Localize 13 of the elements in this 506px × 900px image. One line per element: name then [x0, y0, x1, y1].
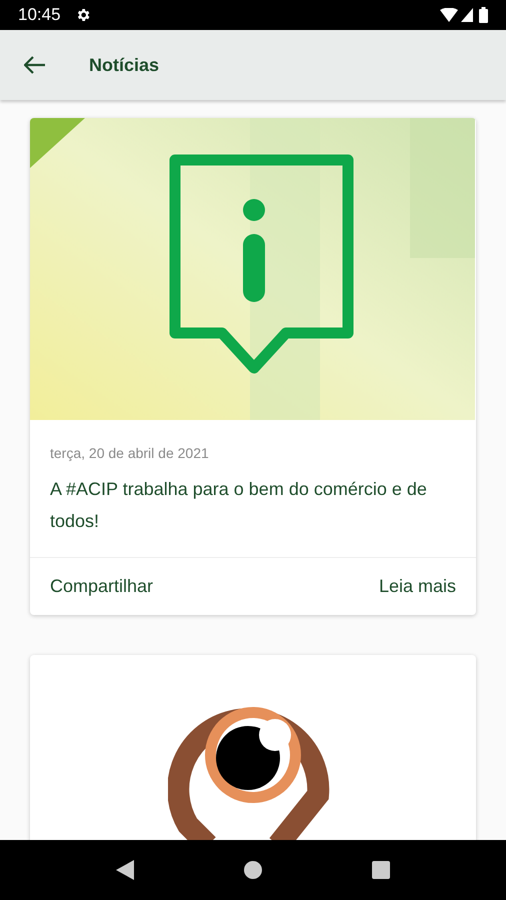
battery-icon	[479, 7, 488, 23]
news-date: terça, 20 de abril de 2021	[49, 444, 210, 463]
news-card[interactable]	[30, 655, 476, 840]
news-headline: A #ACIP trabalha para o bem do comércio e de todos!	[49, 478, 428, 533]
screen-title: Notícias	[89, 54, 160, 76]
action-link[interactable]: Leia mais	[378, 573, 456, 600]
home-nav-icon[interactable]	[244, 861, 262, 879]
status-time: 10:45	[18, 4, 61, 26]
signal-icon	[461, 8, 473, 22]
news-card[interactable]: terça, 20 de abril de 2021 A #ACIP trabalha para o bem do comércio e de todos! Compartilhar Leia mais	[30, 118, 476, 615]
action-link[interactable]: Compartilhar	[50, 573, 154, 600]
back-nav-icon[interactable]	[116, 860, 134, 880]
wifi-icon	[440, 8, 458, 22]
